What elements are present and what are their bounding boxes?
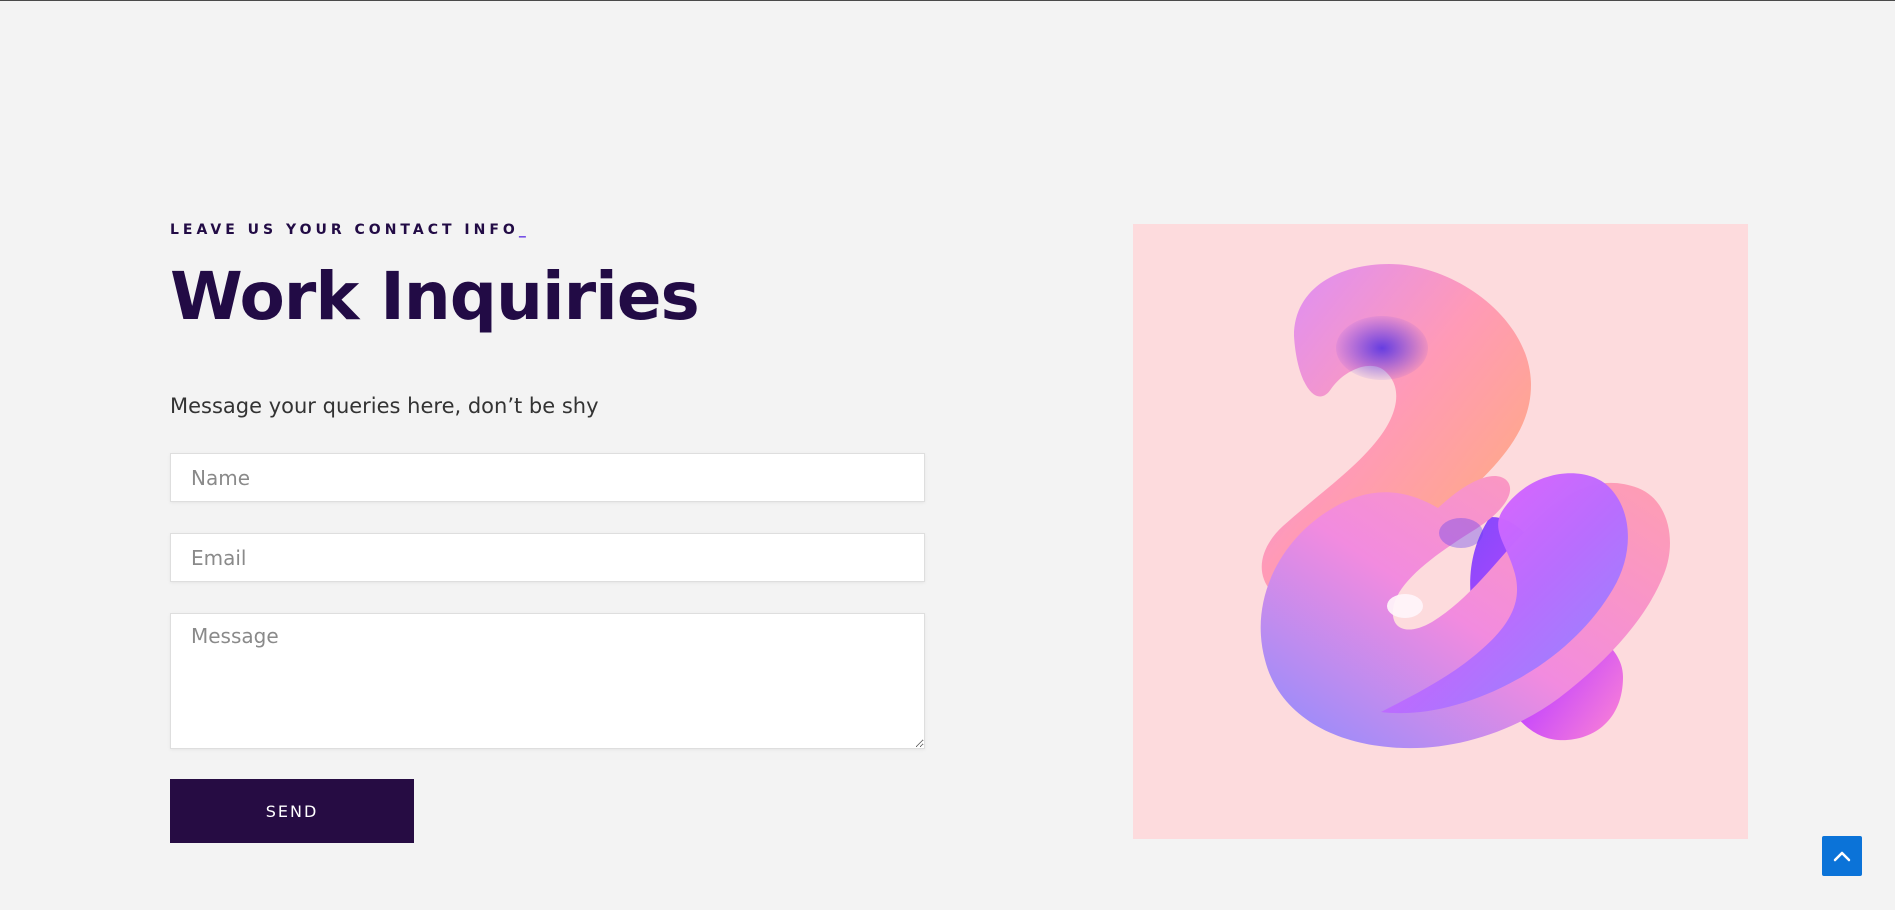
section-eyebrow: LEAVE US YOUR CONTACT INFO_: [170, 222, 530, 238]
section-eyebrow-text: LEAVE US YOUR CONTACT INFO: [170, 222, 519, 238]
chevron-up-icon: [1833, 851, 1851, 862]
scroll-to-top-button[interactable]: [1822, 836, 1862, 876]
ampersand-art: [1260, 264, 1670, 749]
send-button[interactable]: SEND: [170, 779, 414, 843]
page-title: Work Inquiries: [170, 258, 700, 335]
section-eyebrow-underscore: _: [518, 222, 530, 238]
name-input[interactable]: [170, 453, 925, 502]
ampersand-image: [1133, 224, 1748, 839]
work-inquiries-section: LEAVE US YOUR CONTACT INFO_ Work Inquiri…: [0, 1, 1895, 910]
email-input[interactable]: [170, 533, 925, 582]
page-subtitle: Message your queries here, don’t be shy: [170, 394, 599, 418]
message-textarea[interactable]: [170, 613, 925, 749]
